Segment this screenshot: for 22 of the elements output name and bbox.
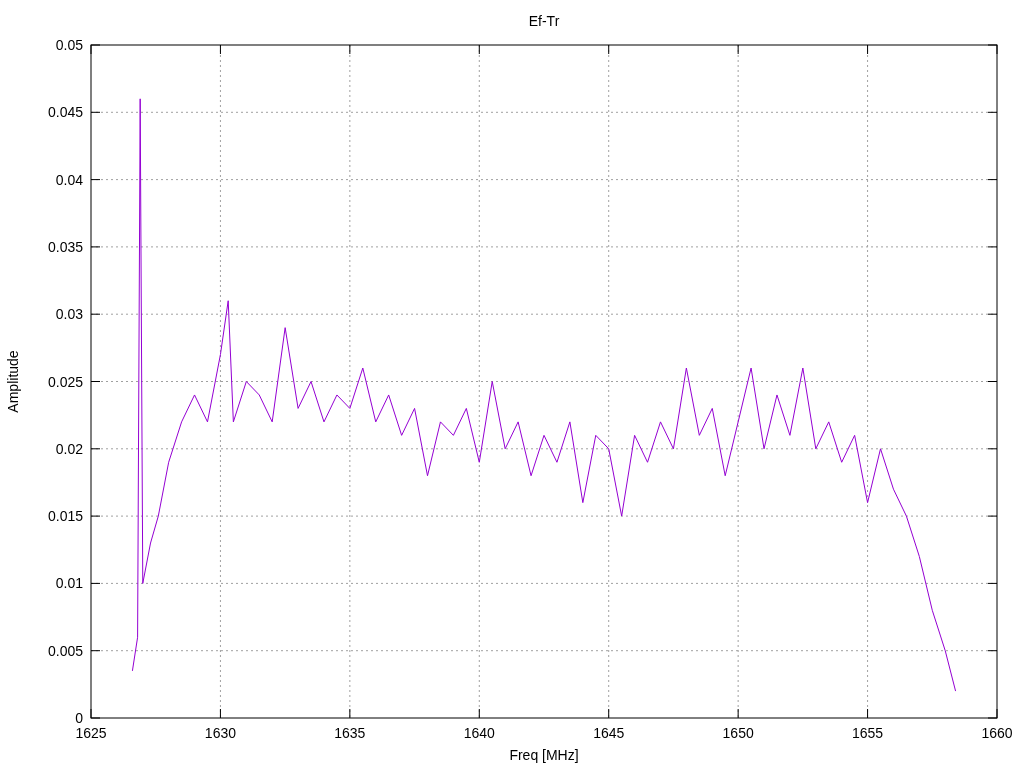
- x-tick-label: 1635: [334, 725, 366, 741]
- x-tick-label: 1660: [981, 725, 1013, 741]
- y-tick-label: 0.02: [55, 440, 83, 457]
- y-tick-label: 0.05: [55, 37, 83, 53]
- y-tick-label: 0: [75, 710, 83, 726]
- chart-title: Ef-Tr: [528, 13, 560, 29]
- x-tick-label: 1630: [204, 725, 236, 741]
- x-tick-label: 1640: [463, 725, 495, 741]
- y-tick-label: 0.035: [47, 238, 83, 255]
- y-tick-label: 0.04: [55, 171, 83, 188]
- y-tick-label: 0.005: [47, 642, 83, 659]
- x-tick-label: 1645: [593, 725, 625, 741]
- y-tick-label: 0.045: [47, 104, 83, 121]
- y-tick-label: 0.015: [47, 508, 83, 525]
- x-tick-label: 1650: [722, 725, 754, 741]
- y-axis-label: Amplitude: [5, 350, 21, 413]
- x-tick-label: 1625: [75, 725, 107, 741]
- y-tick-label: 0.01: [55, 575, 83, 592]
- x-tick-label: 1655: [852, 725, 884, 741]
- y-tick-label: 0.025: [47, 373, 83, 390]
- y-tick-label: 0.03: [55, 306, 83, 323]
- x-axis-label: Freq [MHz]: [509, 747, 579, 763]
